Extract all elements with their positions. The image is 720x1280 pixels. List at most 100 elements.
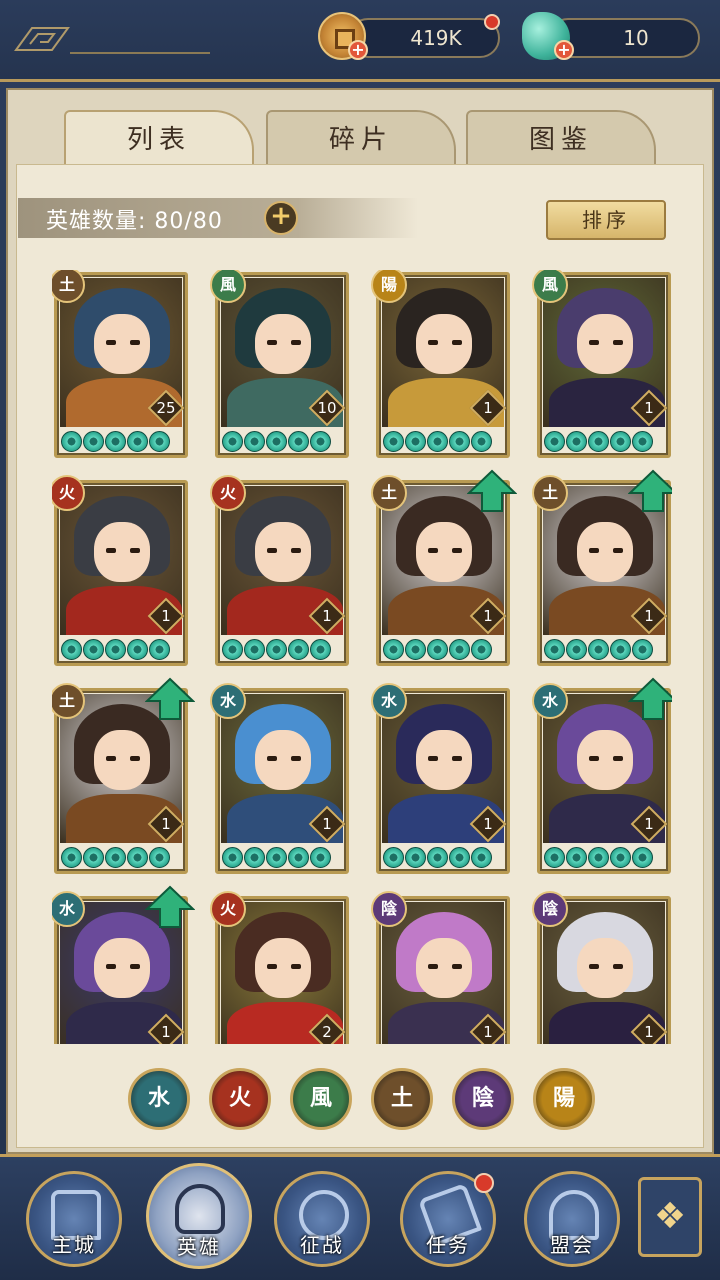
expand-hero-slots-button[interactable]: + <box>264 201 298 235</box>
hero-card[interactable]: 陰1 <box>532 891 671 1044</box>
jade-star-icon <box>405 847 426 868</box>
hero-card[interactable]: 土1 <box>52 677 195 874</box>
jade-star-icon <box>471 847 492 868</box>
jade-star-icon <box>288 847 309 868</box>
nav-main-city[interactable]: 主城 <box>26 1171 122 1267</box>
hero-card[interactable]: 土1 <box>371 469 517 666</box>
hero-card[interactable]: 火2 <box>210 891 349 1044</box>
nav-heroes[interactable]: 英雄 <box>146 1163 252 1269</box>
hero-stars <box>383 847 492 869</box>
hero-stars <box>544 847 653 869</box>
hero-level: 2 <box>322 1023 332 1041</box>
upgrade-arrow-icon <box>628 469 672 512</box>
nav-label: 主城 <box>52 1233 96 1257</box>
jade-star-icon <box>449 847 470 868</box>
hero-avatar-icon <box>175 1184 225 1234</box>
hero-card[interactable]: 風 10 <box>210 270 349 458</box>
element-filter-button[interactable]: 風 <box>290 1068 352 1130</box>
element-filter-button[interactable]: 陰 <box>452 1068 514 1130</box>
hero-count-value: 80/80 <box>154 209 223 234</box>
jade-star-icon <box>427 847 448 868</box>
jade-star-icon <box>632 639 653 660</box>
hero-level: 25 <box>156 399 176 417</box>
tab-fragments[interactable]: 碎片 <box>266 110 456 164</box>
sort-button[interactable]: 排序 <box>546 200 666 240</box>
jade-star-icon <box>244 431 265 452</box>
element-badge-icon: 火 <box>210 891 246 927</box>
jade-star-icon <box>83 431 104 452</box>
jade-star-icon <box>266 847 287 868</box>
jade-star-icon <box>471 431 492 452</box>
hero-stars <box>383 431 492 453</box>
nav-label: 英雄 <box>177 1235 221 1259</box>
hero-level: 1 <box>322 815 332 833</box>
upgrade-arrow-icon <box>467 469 517 512</box>
hero-card[interactable]: 陽1 <box>371 270 510 458</box>
hero-card[interactable]: 火1 <box>210 475 349 666</box>
hero-card[interactable]: 水1 <box>52 885 195 1044</box>
nav-campaign[interactable]: 征战 <box>274 1171 370 1267</box>
hero-card[interactable]: 水1 <box>210 683 349 874</box>
top-bar: 419K + 10 + <box>0 0 720 82</box>
jade-star-icon <box>127 639 148 660</box>
jade-star-icon <box>544 431 565 452</box>
add-coin-button[interactable]: + <box>348 40 368 60</box>
game-logo-icon <box>14 27 70 51</box>
hero-level: 1 <box>322 607 332 625</box>
hero-count-label: 英雄数量: 80/80 <box>46 209 223 234</box>
element-badge-icon: 火 <box>210 475 246 511</box>
jade-star-icon <box>310 639 331 660</box>
jade-star-icon <box>149 431 170 452</box>
jade-star-icon <box>105 639 126 660</box>
jade-star-icon <box>405 431 426 452</box>
jade-star-icon <box>222 847 243 868</box>
jade-star-icon <box>544 639 565 660</box>
jade-star-icon <box>405 639 426 660</box>
element-badge-icon: 水 <box>532 683 568 719</box>
jade-star-icon <box>383 639 404 660</box>
nav-label: 任务 <box>426 1233 470 1257</box>
hero-card[interactable]: 水1 <box>371 683 510 874</box>
more-menu-button[interactable]: ❖ <box>638 1177 702 1257</box>
upgrade-arrow-icon <box>628 677 672 720</box>
jade-star-icon <box>149 847 170 868</box>
app-root: { "resources": { "coins": "419K", "jade"… <box>0 0 720 1280</box>
jade-star-icon <box>449 431 470 452</box>
hero-card[interactable]: 土 25 <box>52 270 188 458</box>
element-badge-icon: 土 <box>532 475 568 511</box>
hero-card[interactable]: 水1 <box>532 677 672 874</box>
jade-star-icon <box>83 639 104 660</box>
hero-card[interactable]: 土1 <box>532 469 672 666</box>
nav-guild[interactable]: 盟会 <box>524 1171 620 1267</box>
element-filter-button[interactable]: 水 <box>128 1068 190 1130</box>
tab-codex[interactable]: 图鉴 <box>466 110 656 164</box>
hero-card[interactable]: 火1 <box>52 475 188 666</box>
hero-grid: 土 25 風 10 陽 1 風 1 火 1 火 1 土 1 土 1 土 1 水 1 水 1 水 1 水 1 火 2 陰 1 陰 1 <box>52 270 672 1044</box>
jade-star-icon <box>610 847 631 868</box>
jade-star-icon <box>310 847 331 868</box>
hero-card[interactable]: 陰1 <box>371 891 510 1044</box>
hero-level: 1 <box>483 1023 493 1041</box>
hero-level: 1 <box>483 815 493 833</box>
bottom-nav: 主城 英雄 征战 任务 盟会 ❖ <box>0 1154 720 1280</box>
element-badge-icon: 水 <box>371 683 407 719</box>
jade-star-icon <box>222 639 243 660</box>
jade-star-icon <box>427 431 448 452</box>
jade-star-icon <box>588 847 609 868</box>
jade-star-icon <box>61 431 82 452</box>
element-filter-button[interactable]: 火 <box>209 1068 271 1130</box>
hero-level: 1 <box>483 607 493 625</box>
hero-card[interactable]: 風1 <box>532 270 671 458</box>
jade-star-icon <box>127 431 148 452</box>
element-filter-button[interactable]: 土 <box>371 1068 433 1130</box>
coin-counter[interactable]: 419K <box>348 18 500 58</box>
hero-level: 1 <box>161 1023 171 1041</box>
tab-list[interactable]: 列表 <box>64 110 254 164</box>
hero-stars <box>222 431 331 453</box>
jade-star-icon <box>244 639 265 660</box>
jade-star-icon <box>566 639 587 660</box>
tab-bar: 碎片 图鉴 列表 <box>0 110 720 166</box>
jade-star-icon <box>383 431 404 452</box>
add-jade-button[interactable]: + <box>554 40 574 60</box>
element-filter-button[interactable]: 陽 <box>533 1068 595 1130</box>
